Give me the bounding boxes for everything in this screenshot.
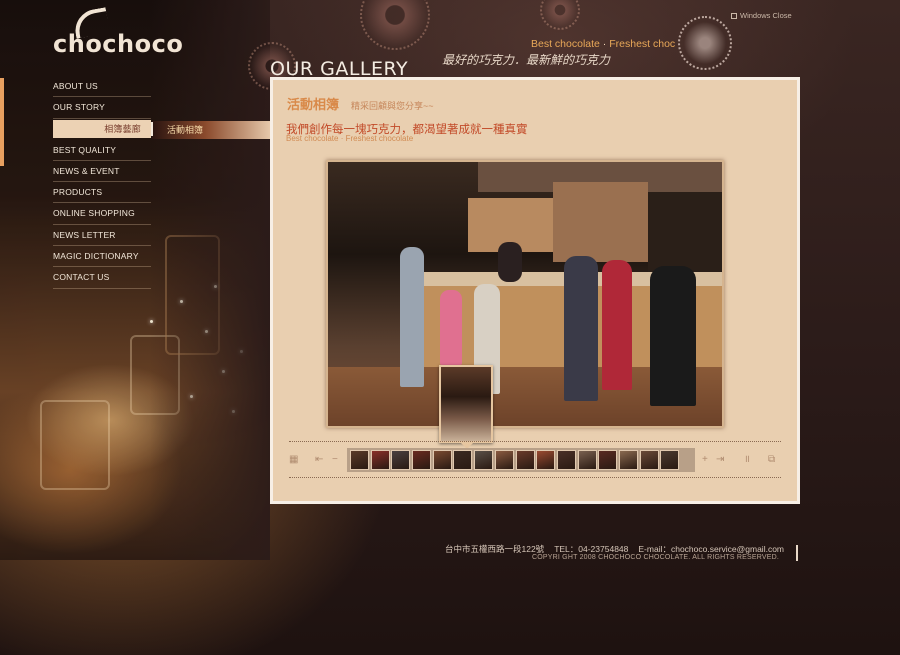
nav-item-products[interactable]: PRODUCTS xyxy=(53,182,151,204)
gallery-thumbnail[interactable] xyxy=(453,450,473,470)
footer-email[interactable]: E-mail：chochoco.service@gmail.com xyxy=(638,544,784,554)
flower-ornament xyxy=(678,16,732,70)
nav-item-best-quality[interactable]: BEST QUALITY xyxy=(53,140,151,161)
chair-decoration xyxy=(130,335,180,415)
subnav-item-event-album[interactable]: 活動相簿 xyxy=(167,121,203,139)
gallery-thumbnail[interactable] xyxy=(370,450,390,470)
tagline-secondary: Freshest choc xyxy=(609,38,676,50)
thumbnail-strip xyxy=(347,448,695,472)
easel-decoration xyxy=(165,235,220,355)
pause-icon[interactable]: ॥ xyxy=(744,454,750,466)
footer-copyright: COPYRI GHT 2008 CHOCHOCO CHOCOLATE. ALL … xyxy=(532,554,780,561)
main-gallery-photo[interactable] xyxy=(326,160,724,428)
divider xyxy=(289,441,781,442)
grid-view-icon[interactable]: ▦ xyxy=(289,454,298,466)
gallery-thumbnail[interactable] xyxy=(556,450,576,470)
first-photo-icon[interactable]: ⇤ xyxy=(315,454,323,466)
tagline-separator: · xyxy=(599,38,610,50)
gallery-thumbnail[interactable] xyxy=(577,450,597,470)
gallery-thumbnail[interactable] xyxy=(432,450,452,470)
main-nav: ABOUT US OUR STORY 相簿藝廊 BEST QUALITY NEW… xyxy=(53,76,151,289)
panel-tagline: Best chocolate · Freshest chocolate xyxy=(286,134,414,143)
nav-item-news-letter[interactable]: NEWS LETTER xyxy=(53,225,151,247)
scroll-left-icon[interactable]: − xyxy=(332,454,338,466)
last-photo-icon[interactable]: ⇥ xyxy=(716,454,724,466)
nav-item-news-event[interactable]: NEWS & EVENT xyxy=(53,161,151,183)
edge-accent xyxy=(0,78,4,166)
gallery-thumbnail[interactable] xyxy=(412,450,432,470)
nav-item-about-us[interactable]: ABOUT US xyxy=(53,76,151,98)
gallery-thumbnail[interactable] xyxy=(639,450,659,470)
footer-address: 台中市五權西路一段122號 xyxy=(445,544,545,554)
footer-divider xyxy=(796,545,798,561)
panel-subtitle: 精采回顧與您分享~~ xyxy=(351,101,434,111)
nav-item-online-shopping[interactable]: ONLINE SHOPPING xyxy=(53,203,151,225)
tagline-primary: Best chocolate xyxy=(531,38,600,50)
gallery-thumbnail[interactable] xyxy=(660,450,680,470)
divider xyxy=(289,477,781,478)
nav-item-our-story[interactable]: OUR STORY xyxy=(53,97,151,119)
nav-item-gallery[interactable]: 相簿藝廊 xyxy=(53,119,151,138)
gallery-thumbnail[interactable] xyxy=(391,450,411,470)
gallery-thumbnail[interactable] xyxy=(536,450,556,470)
nav-item-magic-dictionary[interactable]: MAGIC DICTIONARY xyxy=(53,246,151,268)
close-icon xyxy=(731,13,737,19)
fullscreen-icon[interactable]: ⧉ xyxy=(768,454,775,466)
tagline-english: Best chocolate · Freshest choc xyxy=(531,38,675,50)
logo[interactable]: chochoco xyxy=(53,30,183,58)
gallery-thumbnail[interactable] xyxy=(618,450,638,470)
thumbnail-preview xyxy=(439,365,493,443)
windows-close-button[interactable]: Windows Close xyxy=(731,11,792,20)
nav-item-contact-us[interactable]: CONTACT US xyxy=(53,267,151,289)
panel-title: 活動相簿 xyxy=(287,97,340,112)
scroll-right-icon[interactable]: + xyxy=(702,454,708,466)
gallery-thumbnail[interactable] xyxy=(494,450,514,470)
gallery-thumbnail[interactable] xyxy=(350,450,369,470)
gallery-thumbnail[interactable] xyxy=(598,450,618,470)
windows-close-label: Windows Close xyxy=(740,11,792,20)
subnav-divider xyxy=(151,122,153,136)
tagline-chinese: 最好的巧克力．最新鮮的巧克力 xyxy=(442,53,611,67)
gallery-thumbnail[interactable] xyxy=(474,450,494,470)
footer-tel: TEL：04-23754848 xyxy=(554,544,629,554)
chair-decoration xyxy=(40,400,110,490)
gallery-thumbnail[interactable] xyxy=(515,450,535,470)
